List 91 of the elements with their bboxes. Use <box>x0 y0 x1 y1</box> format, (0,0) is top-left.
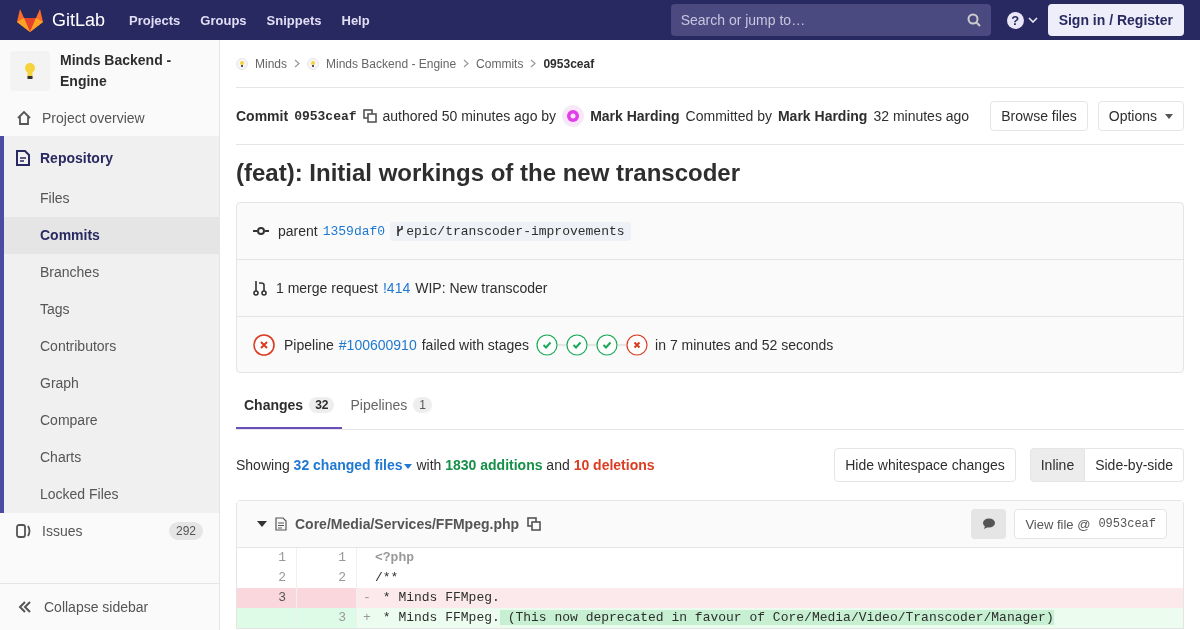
nav-link[interactable]: Snippets <box>266 12 322 28</box>
merge-request-title: WIP: New transcoder <box>415 280 548 296</box>
authored-text: authored 50 minutes ago by <box>382 108 557 124</box>
breadcrumb-link[interactable]: 0953ceaf <box>543 56 595 71</box>
nav-link[interactable]: Groups <box>200 12 247 28</box>
nav-link[interactable]: Help <box>341 12 370 28</box>
old-line-number: 1 <box>237 548 297 568</box>
chevron-down-icon[interactable] <box>1027 17 1038 23</box>
avatar-icon <box>562 105 585 127</box>
file-path[interactable]: Core/Media/Services/FFMpeg.php <box>295 516 520 532</box>
browse-files-button[interactable]: Browse files <box>990 101 1088 131</box>
double-chevron-icon <box>18 601 32 613</box>
search-field[interactable]: Search or jump to… <box>670 4 991 36</box>
merge-request-link[interactable]: !414 <box>382 280 411 296</box>
commit-title: (feat): Initial workings of the new transcoder <box>236 158 742 188</box>
breadcrumb-link[interactable]: Commits <box>476 56 524 71</box>
copy-icon[interactable] <box>527 517 542 531</box>
chevron-icon <box>530 59 537 68</box>
pipeline-label: Pipeline <box>284 336 334 353</box>
new-line-number: 1 <box>297 548 357 568</box>
branch-icon <box>396 225 405 237</box>
changes-summary: Showing 32 changed files with 1830 additions and 10 deletions <box>236 457 655 473</box>
parent-sha-link[interactable]: 1359daf0 <box>322 223 386 239</box>
status-icon[interactable] <box>253 333 275 356</box>
search-icon <box>966 13 981 27</box>
sidebar-subitem[interactable]: Tags <box>4 291 219 328</box>
commit-sha: 0953ceaf <box>294 108 357 124</box>
caret-icon <box>1165 113 1173 119</box>
code-line: - * Minds FFMpeg. <box>362 589 501 607</box>
pipeline-link[interactable]: #100600910 <box>338 336 417 353</box>
copy-icon[interactable] <box>362 109 377 123</box>
comment-button[interactable] <box>971 509 1007 539</box>
sidebar-subitem[interactable]: Commits <box>4 217 219 254</box>
issue-count: 292 <box>168 522 203 540</box>
committed-by-text: Committed by <box>685 108 772 124</box>
merge-request-icon <box>253 280 267 296</box>
merge-request-count: 1 merge request <box>276 280 378 296</box>
changed-files-dropdown[interactable]: 32 changed files <box>293 457 413 473</box>
project-name[interactable]: Minds Backend - Engine <box>60 50 209 92</box>
commit-label: Commit <box>236 108 289 124</box>
stage-status-icon[interactable] <box>566 333 589 356</box>
sidebar-subitem[interactable]: Compare <box>4 402 219 439</box>
pipeline-status-text: failed with stages <box>421 336 530 353</box>
sidebar-subitem[interactable]: Charts <box>4 439 219 476</box>
sidebar-subitem[interactable]: Contributors <box>4 328 219 365</box>
file-icon <box>275 517 287 531</box>
options-dropdown[interactable]: Options <box>1097 101 1184 131</box>
hide-whitespace-button[interactable]: Hide whitespace changes <box>834 448 1016 482</box>
document-icon <box>16 150 30 166</box>
home-icon <box>16 110 32 126</box>
sidebar-item[interactable]: Issues 292 <box>0 513 219 549</box>
bulb-icon <box>307 57 319 70</box>
stage-status-icon[interactable] <box>536 333 559 356</box>
tab[interactable]: Changes 32 <box>236 383 343 429</box>
bulb-icon <box>236 57 248 70</box>
old-line-number: 3 <box>237 588 297 608</box>
sidebar-subitem[interactable]: Locked Files <box>4 476 219 513</box>
code-line: /** <box>374 569 400 587</box>
sidebar-subitem[interactable]: Graph <box>4 365 219 402</box>
pipeline-duration: in 7 minutes and 52 seconds <box>655 336 834 353</box>
stage-status-icon[interactable] <box>626 333 649 356</box>
parent-label: parent <box>278 223 318 239</box>
chevron-icon <box>463 59 470 68</box>
speech-bubble-icon <box>981 518 996 530</box>
view-mode-button[interactable]: Inline <box>1029 448 1086 482</box>
nav-link[interactable]: Projects <box>129 12 181 28</box>
breadcrumb-link[interactable]: Minds Backend - Engine <box>326 56 457 71</box>
author-link[interactable]: Mark Harding <box>590 108 680 124</box>
collapse-sidebar-link[interactable]: Collapse sidebar <box>0 583 219 630</box>
sidebar-item[interactable]: Project overview <box>0 100 219 136</box>
fox-logo-icon[interactable] <box>16 7 44 33</box>
sidebar-item[interactable]: Repository <box>4 136 219 180</box>
sign-in-button[interactable]: Sign in / Register <box>1047 4 1184 36</box>
committed-time: 32 minutes ago <box>873 108 970 124</box>
view-mode-button[interactable]: Side-by-side <box>1085 448 1184 482</box>
branch-label[interactable]: epic/transcoder-improvements <box>390 221 631 241</box>
code-line: <?php <box>374 549 415 567</box>
caret-icon[interactable] <box>257 521 267 527</box>
chevron-icon <box>294 59 300 68</box>
sidebar-subitem[interactable]: Branches <box>4 254 219 291</box>
breadcrumb-link[interactable]: Minds <box>255 56 287 71</box>
sidebar-subitem[interactable]: Files <box>4 180 219 217</box>
tab[interactable]: Pipelines 1 <box>342 383 440 429</box>
new-line-number: 3 <box>297 608 357 628</box>
stage-status-icon[interactable] <box>596 333 619 356</box>
view-file-button[interactable]: View file @ 0953ceaf <box>1014 509 1167 539</box>
committer-link[interactable]: Mark Harding <box>777 108 868 124</box>
logo-text[interactable]: GitLab <box>52 9 106 31</box>
issues-icon <box>16 523 32 539</box>
code-line: + * Minds FFMpeg. (This now deprecated in favour of Core/Media/Video/Transcoder/Manager) <box>362 609 1055 627</box>
commit-node-icon <box>253 227 269 235</box>
